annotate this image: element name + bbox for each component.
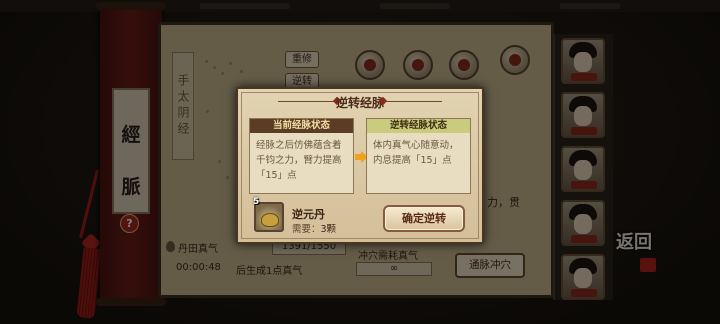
item-requirement: 需要：3颗 bbox=[292, 221, 336, 235]
item-requirement-value: 3颗 bbox=[320, 224, 337, 235]
item-requirement-label: 需要： bbox=[292, 224, 321, 235]
confirm-reverse-button[interactable]: 确定逆转 bbox=[383, 205, 465, 232]
reversed-state-header: 逆转经脉状态 bbox=[367, 119, 470, 133]
item-name: 逆元丹 bbox=[292, 208, 325, 221]
dialog-title: 逆转经脉 bbox=[335, 96, 384, 110]
reverse-meridian-dialog: 逆转经脉 当前经脉状态 经脉之后仿佛蕴含着千钧之力，臂力提高「15」点 逆转经脉… bbox=[236, 87, 484, 244]
current-state-header: 当前经脉状态 bbox=[250, 119, 353, 133]
title-divider-right bbox=[384, 101, 442, 102]
reversed-state-box: 逆转经脉状态 体内真气心随意动，内息提高「15」点 bbox=[366, 118, 471, 194]
current-state-box: 当前经脉状态 经脉之后仿佛蕴含着千钧之力，臂力提高「15」点 bbox=[249, 118, 354, 194]
current-state-text: 经脉之后仿佛蕴含着千钧之力，臂力提高「15」点 bbox=[256, 140, 342, 181]
reversed-state-text: 体内真气心随意动，内息提高「15」点 bbox=[373, 140, 459, 166]
item-count-badge: 5 bbox=[253, 197, 260, 207]
